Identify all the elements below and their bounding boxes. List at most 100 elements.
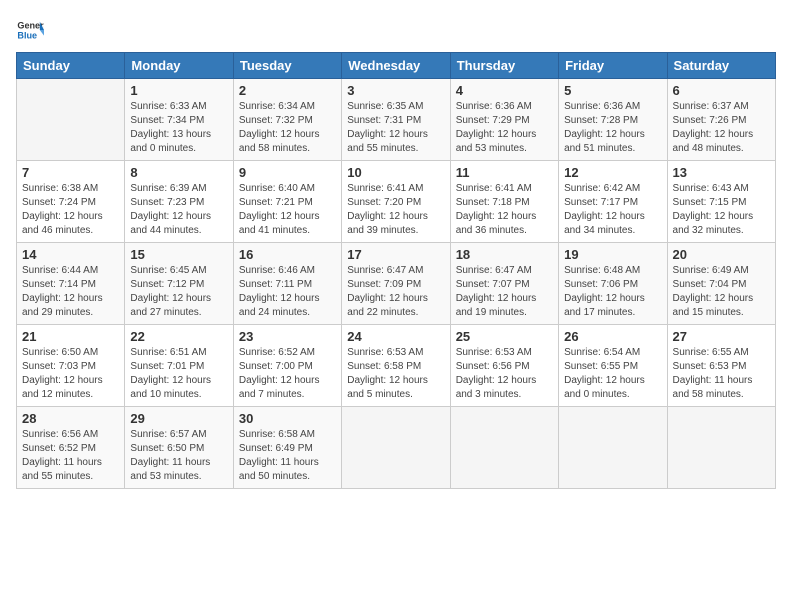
day-number: 5: [564, 83, 661, 98]
day-info: Sunrise: 6:51 AMSunset: 7:01 PMDaylight:…: [130, 346, 227, 402]
calendar-table: SundayMondayTuesdayWednesdayThursdayFrid…: [16, 52, 776, 489]
day-number: 25: [456, 329, 553, 344]
day-cell: 26 Sunrise: 6:54 AMSunset: 6:55 PMDayligh…: [559, 325, 667, 407]
day-number: 11: [456, 165, 553, 180]
day-info: Sunrise: 6:35 AMSunset: 7:31 PMDaylight:…: [347, 100, 444, 156]
day-cell: 9Sunrise: 6:40 AMSunset: 7:21 PMDaylight…: [233, 161, 341, 243]
day-cell: 3 Sunrise: 6:35 AMSunset: 7:31 PMDaylight…: [342, 79, 450, 161]
day-info: Sunrise: 6:41 AMSunset: 7:18 PMDaylight:…: [456, 182, 553, 238]
logo-icon: General Blue: [16, 16, 44, 44]
day-cell: 18 Sunrise: 6:47 AMSunset: 7:07 PMDayligh…: [450, 243, 558, 325]
week-row-2: 7 Sunrise: 6:38 AMSunset: 7:24 PMDaylight…: [17, 161, 776, 243]
day-cell: [667, 407, 775, 489]
day-number: 29: [130, 411, 227, 426]
day-cell: 13 Sunrise: 6:43 AMSunset: 7:15 PMDayligh…: [667, 161, 775, 243]
day-number: 16: [239, 247, 336, 262]
day-cell: 6 Sunrise: 6:37 AMSunset: 7:26 PMDaylight…: [667, 79, 775, 161]
day-info: Sunrise: 6:45 AMSunset: 7:12 PMDaylight:…: [130, 264, 227, 320]
day-cell: 29 Sunrise: 6:57 AMSunset: 6:50 PMDayligh…: [125, 407, 233, 489]
day-cell: 21 Sunrise: 6:50 AMSunset: 7:03 PMDayligh…: [17, 325, 125, 407]
day-info: Sunrise: 6:33 AMSunset: 7:34 PMDaylight:…: [130, 100, 227, 156]
day-number: 18: [456, 247, 553, 262]
day-number: 12: [564, 165, 661, 180]
day-cell: 7 Sunrise: 6:38 AMSunset: 7:24 PMDaylight…: [17, 161, 125, 243]
day-info: Sunrise: 6:58 AMSunset: 6:49 PMDaylight:…: [239, 428, 336, 484]
day-cell: 11 Sunrise: 6:41 AMSunset: 7:18 PMDayligh…: [450, 161, 558, 243]
day-info: Sunrise: 6:56 AMSunset: 6:52 PMDaylight:…: [22, 428, 119, 484]
day-cell: 28 Sunrise: 6:56 AMSunset: 6:52 PMDayligh…: [17, 407, 125, 489]
day-info: Sunrise: 6:53 AMSunset: 6:58 PMDaylight:…: [347, 346, 444, 402]
week-row-1: 1 Sunrise: 6:33 AMSunset: 7:34 PMDaylight…: [17, 79, 776, 161]
week-row-3: 14Sunrise: 6:44 AMSunset: 7:14 PMDayligh…: [17, 243, 776, 325]
day-cell: 14Sunrise: 6:44 AMSunset: 7:14 PMDayligh…: [17, 243, 125, 325]
day-cell: 10 Sunrise: 6:41 AMSunset: 7:20 PMDayligh…: [342, 161, 450, 243]
day-info: Sunrise: 6:36 AMSunset: 7:28 PMDaylight:…: [564, 100, 661, 156]
day-info: Sunrise: 6:50 AMSunset: 7:03 PMDaylight:…: [22, 346, 119, 402]
day-number: 24: [347, 329, 444, 344]
day-cell: 15 Sunrise: 6:45 AMSunset: 7:12 PMDayligh…: [125, 243, 233, 325]
col-header-friday: Friday: [559, 53, 667, 79]
day-cell: 2 Sunrise: 6:34 AMSunset: 7:32 PMDaylight…: [233, 79, 341, 161]
day-number: 19: [564, 247, 661, 262]
day-number: 9: [239, 165, 336, 180]
day-info: Sunrise: 6:42 AMSunset: 7:17 PMDaylight:…: [564, 182, 661, 238]
day-cell: 25 Sunrise: 6:53 AMSunset: 6:56 PMDayligh…: [450, 325, 558, 407]
day-cell: [450, 407, 558, 489]
day-cell: 4 Sunrise: 6:36 AMSunset: 7:29 PMDaylight…: [450, 79, 558, 161]
col-header-tuesday: Tuesday: [233, 53, 341, 79]
day-cell: 1 Sunrise: 6:33 AMSunset: 7:34 PMDaylight…: [125, 79, 233, 161]
day-cell: 5 Sunrise: 6:36 AMSunset: 7:28 PMDaylight…: [559, 79, 667, 161]
day-number: 6: [673, 83, 770, 98]
day-number: 26: [564, 329, 661, 344]
day-cell: 17 Sunrise: 6:47 AMSunset: 7:09 PMDayligh…: [342, 243, 450, 325]
day-info: Sunrise: 6:38 AMSunset: 7:24 PMDaylight:…: [22, 182, 119, 238]
col-header-sunday: Sunday: [17, 53, 125, 79]
day-info: Sunrise: 6:46 AMSunset: 7:11 PMDaylight:…: [239, 264, 336, 320]
day-cell: 27Sunrise: 6:55 AMSunset: 6:53 PMDayligh…: [667, 325, 775, 407]
day-info: Sunrise: 6:36 AMSunset: 7:29 PMDaylight:…: [456, 100, 553, 156]
day-number: 30: [239, 411, 336, 426]
day-number: 3: [347, 83, 444, 98]
day-info: Sunrise: 6:53 AMSunset: 6:56 PMDaylight:…: [456, 346, 553, 402]
day-info: Sunrise: 6:57 AMSunset: 6:50 PMDaylight:…: [130, 428, 227, 484]
day-number: 4: [456, 83, 553, 98]
day-cell: [342, 407, 450, 489]
day-info: Sunrise: 6:43 AMSunset: 7:15 PMDaylight:…: [673, 182, 770, 238]
page-header: General Blue: [16, 16, 776, 44]
day-number: 2: [239, 83, 336, 98]
day-number: 21: [22, 329, 119, 344]
day-number: 17: [347, 247, 444, 262]
week-row-4: 21 Sunrise: 6:50 AMSunset: 7:03 PMDayligh…: [17, 325, 776, 407]
day-number: 13: [673, 165, 770, 180]
day-info: Sunrise: 6:41 AMSunset: 7:20 PMDaylight:…: [347, 182, 444, 238]
day-cell: [559, 407, 667, 489]
day-info: Sunrise: 6:34 AMSunset: 7:32 PMDaylight:…: [239, 100, 336, 156]
col-header-saturday: Saturday: [667, 53, 775, 79]
col-header-thursday: Thursday: [450, 53, 558, 79]
day-number: 28: [22, 411, 119, 426]
day-info: Sunrise: 6:52 AMSunset: 7:00 PMDaylight:…: [239, 346, 336, 402]
day-cell: 12 Sunrise: 6:42 AMSunset: 7:17 PMDayligh…: [559, 161, 667, 243]
day-cell: 22Sunrise: 6:51 AMSunset: 7:01 PMDayligh…: [125, 325, 233, 407]
day-cell: 24 Sunrise: 6:53 AMSunset: 6:58 PMDayligh…: [342, 325, 450, 407]
day-cell: 8Sunrise: 6:39 AMSunset: 7:23 PMDaylight…: [125, 161, 233, 243]
day-number: 10: [347, 165, 444, 180]
day-number: 1: [130, 83, 227, 98]
day-cell: 23 Sunrise: 6:52 AMSunset: 7:00 PMDayligh…: [233, 325, 341, 407]
svg-text:Blue: Blue: [17, 30, 37, 40]
day-info: Sunrise: 6:49 AMSunset: 7:04 PMDaylight:…: [673, 264, 770, 320]
day-number: 8: [130, 165, 227, 180]
day-cell: 30 Sunrise: 6:58 AMSunset: 6:49 PMDayligh…: [233, 407, 341, 489]
day-number: 23: [239, 329, 336, 344]
day-number: 7: [22, 165, 119, 180]
day-info: Sunrise: 6:47 AMSunset: 7:09 PMDaylight:…: [347, 264, 444, 320]
day-info: Sunrise: 6:54 AMSunset: 6:55 PMDaylight:…: [564, 346, 661, 402]
day-info: Sunrise: 6:47 AMSunset: 7:07 PMDaylight:…: [456, 264, 553, 320]
day-info: Sunrise: 6:37 AMSunset: 7:26 PMDaylight:…: [673, 100, 770, 156]
day-info: Sunrise: 6:48 AMSunset: 7:06 PMDaylight:…: [564, 264, 661, 320]
col-header-monday: Monday: [125, 53, 233, 79]
day-number: 15: [130, 247, 227, 262]
week-row-5: 28 Sunrise: 6:56 AMSunset: 6:52 PMDayligh…: [17, 407, 776, 489]
day-cell: 19 Sunrise: 6:48 AMSunset: 7:06 PMDayligh…: [559, 243, 667, 325]
day-info: Sunrise: 6:55 AMSunset: 6:53 PMDaylight:…: [673, 346, 770, 402]
